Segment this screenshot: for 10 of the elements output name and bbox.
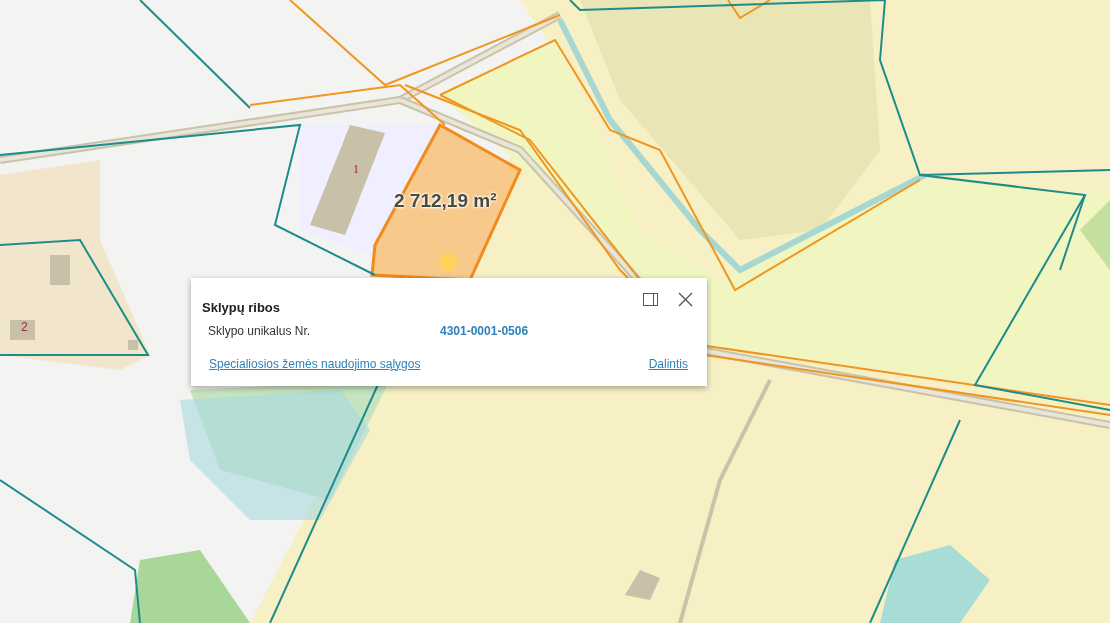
- dock-icon[interactable]: [643, 293, 658, 306]
- share-link[interactable]: Dalintis: [648, 354, 688, 373]
- popup-title: Sklypų ribos: [202, 299, 281, 317]
- area-label: 2 712,19 m²: [394, 189, 497, 213]
- field-value: 4301-0001-0506: [440, 322, 529, 340]
- close-icon[interactable]: [678, 292, 693, 307]
- building-number: 2: [21, 319, 28, 336]
- conditions-link[interactable]: Specialiosios žemės naudojimo sąlygos: [209, 354, 421, 373]
- field-label: Sklypo unikalus Nr.: [208, 322, 312, 340]
- building-number: 1: [353, 161, 359, 178]
